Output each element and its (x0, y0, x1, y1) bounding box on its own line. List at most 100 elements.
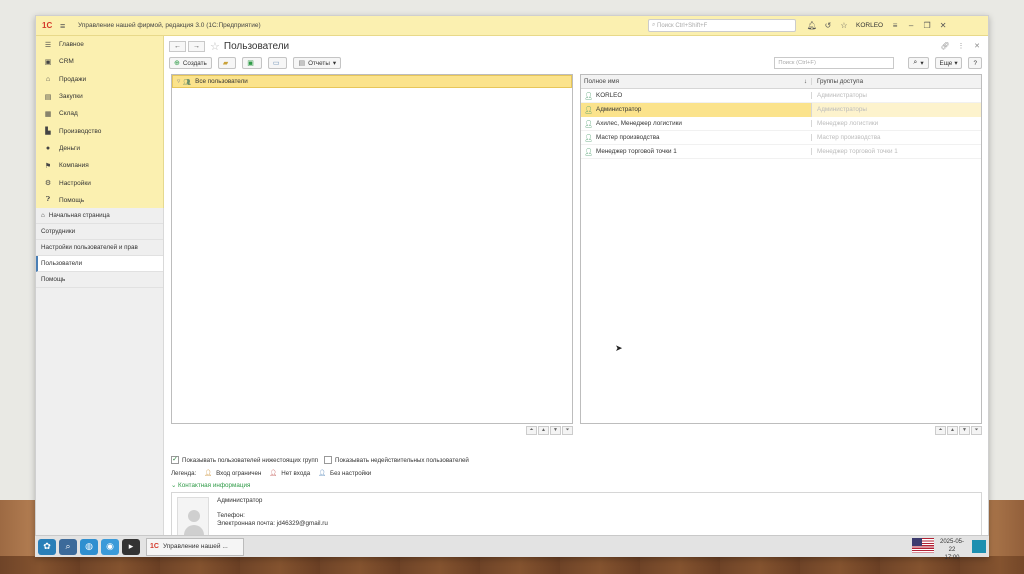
nav-label: Закупки (59, 93, 83, 101)
user-icon: 👤︎ (584, 134, 593, 142)
back-button[interactable]: ← (169, 40, 186, 52)
sort-arrow-icon: ↓ (803, 78, 807, 85)
user-name: Администратор (596, 106, 642, 113)
page-title: Пользователи (223, 40, 290, 52)
nav-label: Главное (59, 41, 84, 49)
user-icon: 👤︎ (584, 120, 593, 128)
settings-menu-icon[interactable]: ≡ (887, 21, 903, 30)
contact-phone: Телефон: (217, 512, 245, 519)
show-invalid-checkbox[interactable]: ✓ (324, 456, 333, 464)
message-button[interactable]: ▭ (267, 57, 288, 69)
legend-title: Легенда: (171, 469, 197, 477)
column-access-groups[interactable]: Группы доступа (811, 78, 863, 85)
nav-settings[interactable]: ⚙ Настройки (36, 174, 163, 191)
close-form-icon[interactable]: ✕ (969, 42, 985, 50)
table-row[interactable]: 👤︎ KORLEO Администраторы (581, 89, 981, 103)
scroll-bottom-icon[interactable]: ⏷ (562, 426, 573, 435)
global-search-input[interactable]: ⌕ Поиск Ctrl+Shift+F (648, 19, 796, 32)
scroll-up-icon[interactable]: ▲ (538, 426, 549, 435)
network-icon[interactable]: ◉ (101, 538, 119, 555)
taskbar: ✿ ⌕ ◍ ◉ ▸ 1С Управление нашей ... 2025-0… (35, 535, 989, 561)
expand-icon[interactable]: ▿ (177, 78, 180, 85)
open-window-label: Помощь (41, 276, 66, 283)
scroll-down-icon[interactable]: ▼ (959, 426, 970, 435)
browser-icon[interactable]: ◍ (80, 538, 98, 555)
nav-main[interactable]: ☰ Главное (36, 36, 163, 53)
create-button[interactable]: ⊕ Создать (169, 57, 212, 69)
restore-button[interactable]: ❐ (919, 21, 935, 30)
open-windows-panel: ⌂ Начальная страница Сотрудники Настройки… (36, 208, 164, 556)
open-window-employees[interactable]: Сотрудники (36, 224, 163, 240)
forward-button[interactable]: → (188, 40, 205, 52)
bell-icon[interactable]: 🔔︎ (804, 21, 820, 30)
create-folder-button[interactable]: ▰ (217, 57, 237, 69)
favorites-star-icon[interactable]: ☆ (836, 21, 852, 30)
reports-button[interactable]: ▤ Отчеты ▾ (293, 57, 342, 69)
production-icon: ▙ (45, 128, 51, 136)
file-search-icon[interactable]: ⌕ (59, 538, 77, 555)
nav-label: Производство (59, 127, 102, 135)
nav-label: Продажи (59, 75, 87, 83)
user-groups: Администраторы (811, 102, 981, 117)
chevron-down-icon: ⌄ (171, 482, 177, 489)
table-row[interactable]: 👤︎ Мастер производства Мастер производств… (581, 131, 981, 145)
title-bar: 1С ≡ Управление нашей фирмой, редакция 3… (36, 16, 988, 36)
more-vertical-icon[interactable]: ⋮ (953, 42, 969, 50)
open-window-users[interactable]: Пользователи (36, 256, 163, 272)
list-search-placeholder: Поиск (Ctrl+F) (778, 60, 816, 66)
open-window-label: Сотрудники (41, 228, 76, 235)
money-icon: ● (45, 144, 51, 152)
nav-warehouse[interactable]: ▦ Склад (36, 105, 163, 122)
app-window: 1С ≡ Управление нашей фирмой, редакция 3… (35, 15, 989, 557)
nav-sales[interactable]: ⌂ Продажи (36, 71, 163, 88)
current-user[interactable]: KORLEO (856, 22, 883, 29)
open-window-help[interactable]: Помощь (36, 272, 163, 288)
user-name: Ахилес, Менеджер логистики (596, 120, 682, 127)
open-window-home[interactable]: ⌂ Начальная страница (36, 208, 163, 224)
clock[interactable]: 2025-05-22 17:00 (937, 538, 967, 562)
nav-production[interactable]: ▙ Производство (36, 122, 163, 139)
keyboard-layout-flag-icon[interactable] (912, 538, 934, 553)
scroll-up-icon[interactable]: ▲ (947, 426, 958, 435)
more-button[interactable]: Еще ▾ (934, 57, 963, 69)
nav-label: Помощь (59, 196, 85, 204)
scroll-down-icon[interactable]: ▼ (550, 426, 561, 435)
reports-label: Отчеты (308, 59, 330, 67)
table-row-selected[interactable]: 👤︎ Администратор Администраторы (581, 102, 981, 117)
contact-details: Администратор Телефон: Электронная почта… (217, 497, 328, 527)
main-menu-icon[interactable]: ≡ (60, 21, 74, 31)
favorite-star-icon[interactable]: ☆ (210, 40, 220, 53)
table-row[interactable]: 👤︎ Менеджер торговой точки 1 Менеджер тор… (581, 145, 981, 159)
show-subgroups-checkbox[interactable]: ✓ (171, 456, 179, 464)
tree-row-all-users[interactable]: ▿ 👥︎ Все пользователи (172, 75, 572, 88)
no-login-icon: 👤︎ (269, 470, 278, 477)
list-search-input[interactable]: Поиск (Ctrl+F) (774, 57, 895, 69)
nav-company[interactable]: ⚑ Компания (36, 157, 163, 174)
link-icon[interactable]: 🔗︎ (937, 42, 953, 50)
terminal-icon[interactable]: ▸ (122, 538, 140, 555)
close-button[interactable]: ✕ (935, 21, 951, 30)
copy-button[interactable]: ▣ (242, 57, 262, 69)
contact-info-toggle[interactable]: ⌄ Контактная информация (171, 482, 250, 489)
search-button[interactable]: ⌕ ▾ (908, 57, 929, 69)
user-name: Мастер производства (596, 134, 660, 141)
scroll-bottom-icon[interactable]: ⏷ (971, 426, 982, 435)
taskbar-app-1c[interactable]: 1С Управление нашей ... (146, 537, 244, 556)
nav-help[interactable]: ❓︎ Помощь (36, 192, 163, 209)
nav-money[interactable]: ● Деньги (36, 140, 163, 157)
history-icon[interactable]: ↺ (820, 21, 836, 30)
app-logo-mini: 1С (150, 543, 159, 550)
scroll-top-icon[interactable]: ⏶ (526, 426, 537, 435)
help-button[interactable]: ? (968, 57, 982, 69)
open-window-user-settings[interactable]: Настройки пользователей и прав (36, 240, 163, 256)
show-desktop-icon[interactable] (972, 540, 986, 553)
column-full-name[interactable]: Полное имя ↓ (581, 78, 811, 85)
start-menu-icon[interactable]: ✿ (38, 538, 56, 555)
contact-info-label: Контактная информация (178, 482, 251, 489)
minimize-button[interactable]: – (903, 21, 919, 30)
nav-purchases[interactable]: ▤ Закупки (36, 88, 163, 105)
taskbar-app-label: Управление нашей ... (162, 543, 228, 550)
scroll-top-icon[interactable]: ⏶ (935, 426, 946, 435)
nav-crm[interactable]: ▣ CRM (36, 53, 163, 70)
table-row[interactable]: 👤︎ Ахилес, Менеджер логистики Менеджер ло… (581, 117, 981, 131)
